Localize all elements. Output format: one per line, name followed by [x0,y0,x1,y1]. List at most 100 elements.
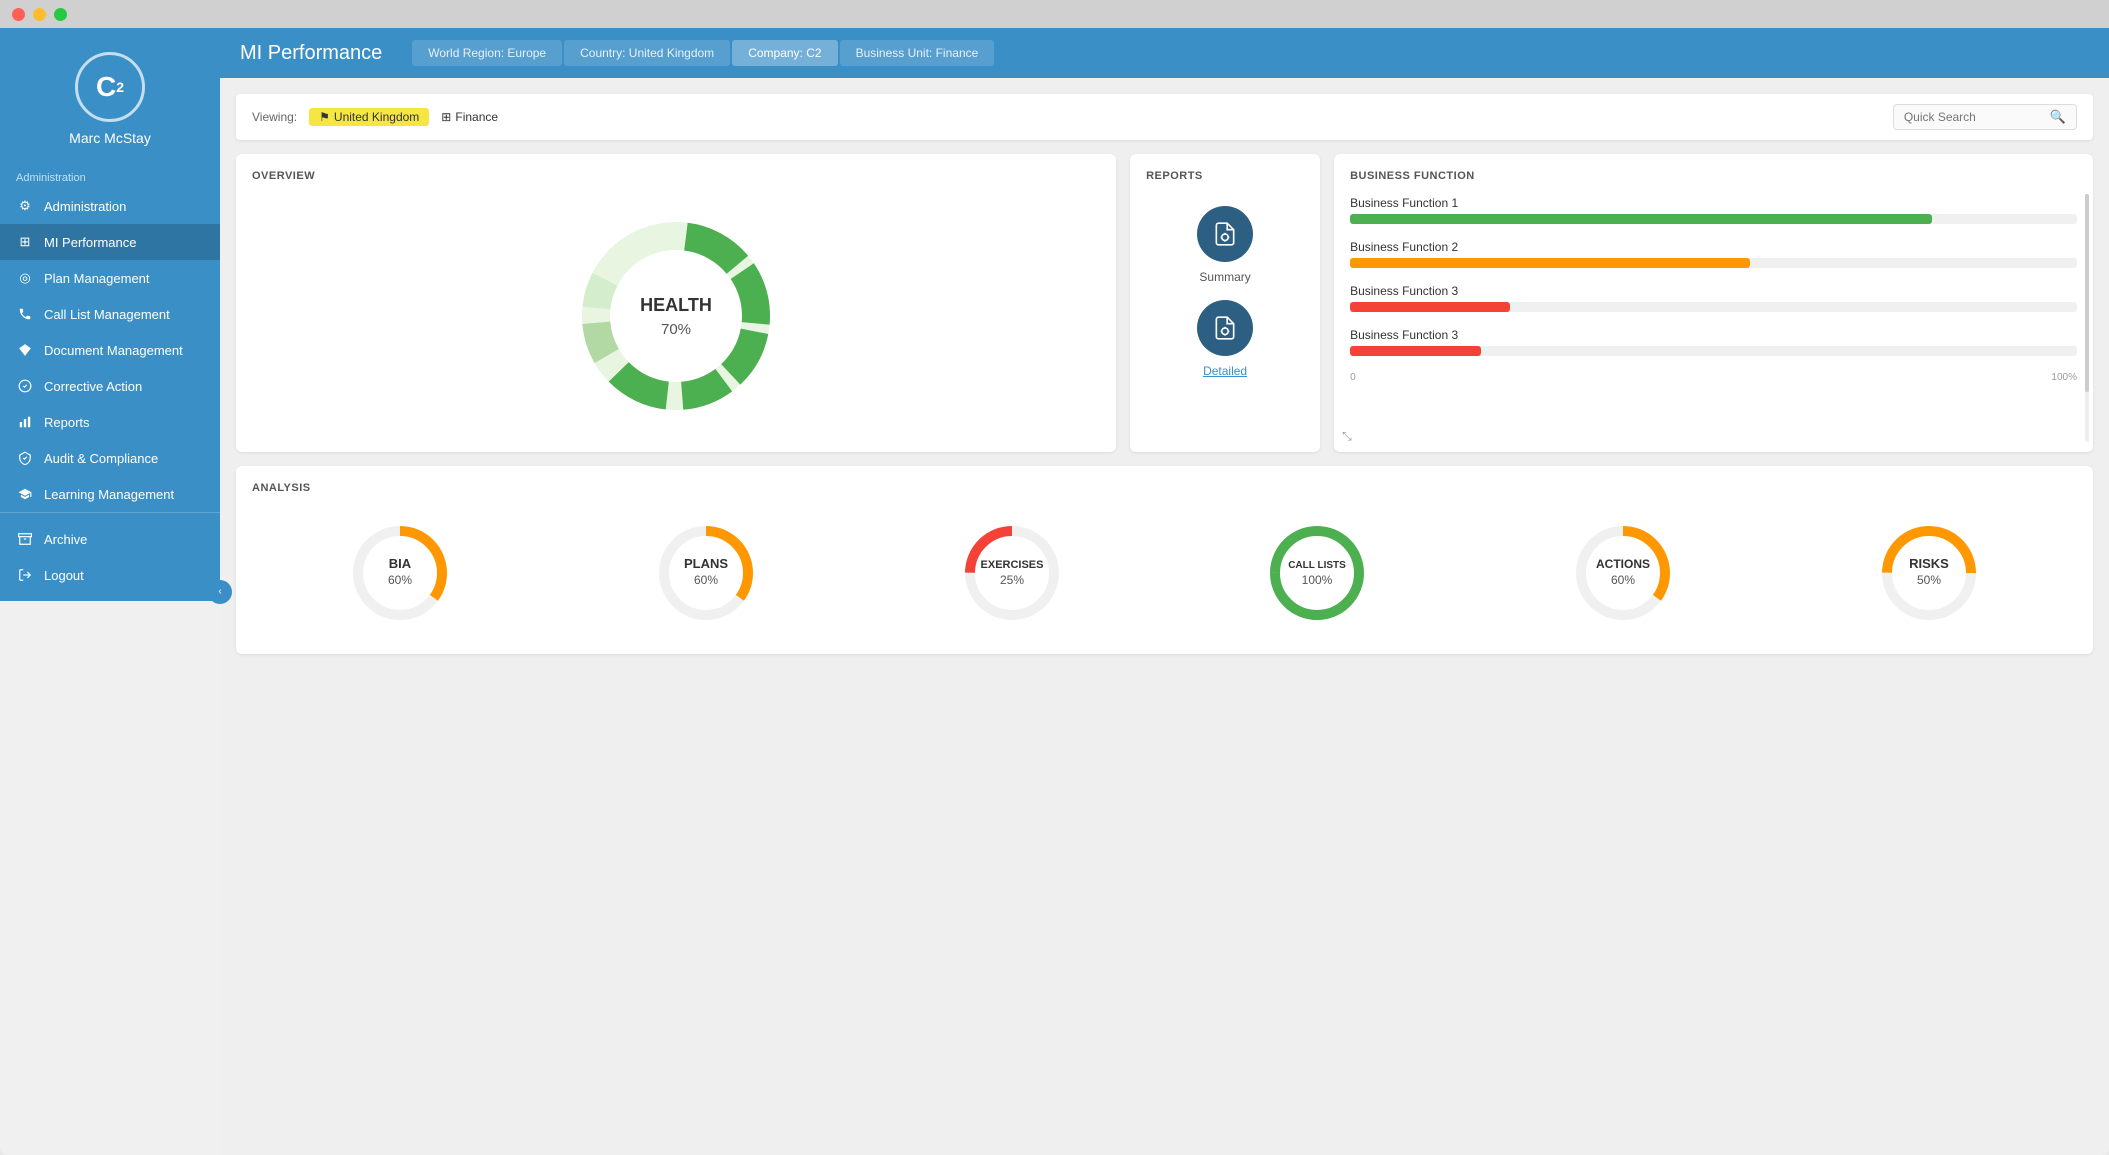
overview-title: OVERVIEW [252,170,1100,182]
scrollbar-thumb [2085,194,2089,392]
sidebar-section-admin: Administration [0,162,220,188]
sidebar-item-plan-management[interactable]: ◎ Plan Management [0,260,220,296]
sidebar-label-audit-compliance: Audit & Compliance [44,451,158,466]
tab-world-region[interactable]: World Region: Europe [412,40,562,66]
search-icon: 🔍 [2050,109,2066,125]
viewing-label: Viewing: [252,110,297,124]
viewing-tag-uk: ⚑ United Kingdom [309,108,429,126]
sidebar-label-document-management: Document Management [44,343,183,358]
biz-bar-bg-1 [1350,214,2077,224]
viewing-tag-uk-text: United Kingdom [334,110,419,124]
maximize-btn[interactable] [54,8,67,21]
svg-text:CALL LISTS: CALL LISTS [1289,560,1347,571]
scrollbar-track [2085,194,2089,442]
viewing-bar: Viewing: ⚑ United Kingdom ⊞ Finance 🔍 [236,94,2093,140]
reports-list: Summary Detailed [1146,196,1304,388]
svg-text:25%: 25% [1000,573,1024,587]
analysis-item-exercises: EXERCISES 25% [957,518,1067,628]
sidebar-item-learning-management[interactable]: Learning Management [0,476,220,512]
biz-bar-bg-2 [1350,258,2077,268]
svg-text:100%: 100% [1302,573,1333,587]
sidebar-label-learning-management: Learning Management [44,487,174,502]
sidebar-item-mi-performance[interactable]: ⊞ MI Performance [0,224,220,260]
analysis-item-risks: RISKS 50% [1874,518,1984,628]
report-summary[interactable]: Summary [1197,206,1253,284]
reports-title: REPORTS [1146,170,1304,182]
biz-item-4-name: Business Function 3 [1350,328,2077,342]
biz-item-3: Business Function 3 [1350,284,2077,312]
plans-donut: PLANS 60% [651,518,761,628]
biz-bar-1 [1350,214,1932,224]
report-detailed[interactable]: Detailed [1197,300,1253,378]
biz-bar-bg-4 [1350,346,2077,356]
sidebar-item-administration[interactable]: ⚙ Administration [0,188,220,224]
sidebar-item-reports[interactable]: Reports [0,404,220,440]
svg-text:60%: 60% [1611,573,1635,587]
svg-text:RISKS: RISKS [1909,556,1949,571]
sidebar-logo: C2 Marc McStay [0,28,220,162]
top-dashboard-row: OVERVIEW [236,154,2093,452]
viewing-tag-finance: ⊞ Finance [441,110,498,124]
biz-bar-4 [1350,346,1481,356]
svg-text:HEALTH: HEALTH [640,295,712,315]
sidebar-item-archive[interactable]: Archive [0,521,220,557]
sidebar-item-audit-compliance[interactable]: Audit & Compliance [0,440,220,476]
gear-icon: ⚙ [16,197,34,215]
analysis-item-actions: ACTIONS 60% [1568,518,1678,628]
svg-text:70%: 70% [661,321,691,338]
search-input[interactable] [1904,110,2044,124]
report-detailed-label: Detailed [1203,364,1247,378]
report-summary-label: Summary [1199,270,1250,284]
sidebar-label-archive: Archive [44,532,87,547]
search-box: 🔍 [1893,104,2077,130]
building-icon: ⊞ [441,110,451,124]
tab-company[interactable]: Company: C2 [732,40,837,66]
sidebar-item-logout[interactable]: Logout [0,557,220,593]
exercises-donut: EXERCISES 25% [957,518,1067,628]
logo-icon: C2 [75,52,145,122]
biz-item-4: Business Function 3 [1350,328,2077,356]
shield-icon [16,449,34,467]
sidebar-label-administration: Administration [44,199,126,214]
nav-tabs: World Region: Europe Country: United Kin… [412,40,994,66]
report-detailed-icon [1197,300,1253,356]
analysis-item-call-lists: CALL LISTS 100% [1262,518,1372,628]
sidebar-item-corrective-action[interactable]: Corrective Action [0,368,220,404]
svg-text:BIA: BIA [389,556,412,571]
grid-icon: ⊞ [16,233,34,251]
tab-business-unit[interactable]: Business Unit: Finance [840,40,995,66]
top-header: MI Performance World Region: Europe Coun… [220,28,2109,78]
sidebar-label-logout: Logout [44,568,84,583]
overview-chart-container: HEALTH 70% [252,196,1100,436]
sidebar: C2 Marc McStay Administration ⚙ Administ… [0,28,220,1155]
sidebar-item-document-management[interactable]: Document Management [0,332,220,368]
diamond-icon [16,341,34,359]
main-content: MI Performance World Region: Europe Coun… [220,28,2109,1155]
biz-axis: 0 100% [1350,372,2077,383]
svg-text:60%: 60% [694,573,718,587]
check-circle-icon [16,377,34,395]
viewing-tag-finance-text: Finance [455,110,498,124]
business-function-title: BUSINESS FUNCTION [1350,170,2077,182]
minimize-btn[interactable] [33,8,46,21]
svg-text:EXERCISES: EXERCISES [980,559,1043,571]
analysis-grid: BIA 60% PLANS 60% [252,508,2077,638]
close-btn[interactable] [12,8,25,21]
sidebar-label-call-list: Call List Management [44,307,170,322]
tab-country[interactable]: Country: United Kingdom [564,40,730,66]
overview-panel: OVERVIEW [236,154,1116,452]
sidebar-collapse-button[interactable]: ‹ [208,580,232,604]
overview-donut-chart: HEALTH 70% [566,206,786,426]
actions-donut: ACTIONS 60% [1568,518,1678,628]
bia-donut: BIA 60% [345,518,455,628]
biz-item-1: Business Function 1 [1350,196,2077,224]
sidebar-item-call-list[interactable]: Call List Management [0,296,220,332]
business-function-panel: BUSINESS FUNCTION Business Function 1 Bu… [1334,154,2093,452]
page-title: MI Performance [240,42,382,65]
sidebar-label-mi-performance: MI Performance [44,235,136,250]
bar-chart-icon [16,413,34,431]
biz-item-2-name: Business Function 2 [1350,240,2077,254]
sidebar-label-plan-management: Plan Management [44,271,150,286]
sidebar-label-corrective-action: Corrective Action [44,379,142,394]
expand-icon[interactable]: ⤡ [1342,429,1352,444]
